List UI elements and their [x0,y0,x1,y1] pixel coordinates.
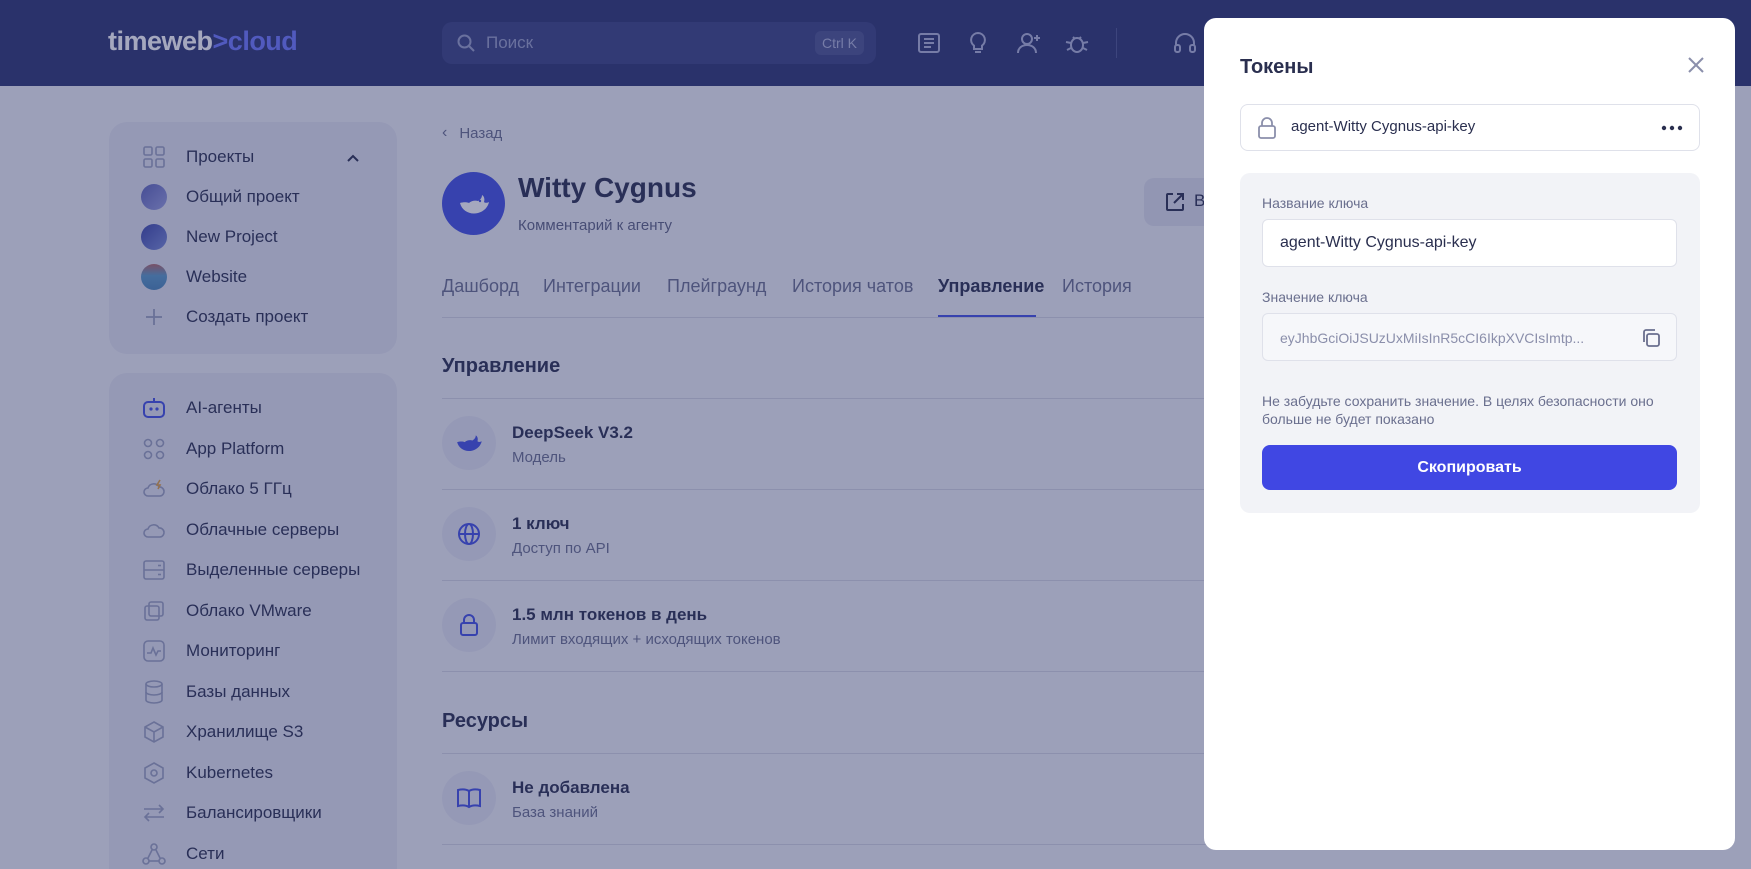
key-value-field[interactable]: eyJhbGciOiJSUzUxMiIsInR5cCI6IkpXVCIsImtp… [1262,313,1677,361]
token-details-panel: Название ключа agent-Witty Cygnus-api-ke… [1240,173,1700,513]
more-options-icon[interactable] [1659,116,1685,140]
tokens-modal: Токены agent-Witty Cygnus-api-key Назван… [1204,18,1735,850]
key-name-label: Название ключа [1262,195,1369,211]
security-note: Не забудьте сохранить значение. В целях … [1262,393,1654,427]
token-item[interactable]: agent-Witty Cygnus-api-key [1240,104,1700,151]
key-value: eyJhbGciOiJSUzUxMiIsInR5cCI6IkpXVCIsImtp… [1280,330,1585,346]
key-value-label: Значение ключа [1262,289,1368,305]
token-name: agent-Witty Cygnus-api-key [1291,118,1476,135]
lock-icon [1258,117,1276,139]
copy-button[interactable]: Скопировать [1262,445,1677,490]
modal-title: Токены [1240,56,1314,78]
key-name-field[interactable]: agent-Witty Cygnus-api-key [1262,219,1677,267]
copy-icon[interactable] [1640,327,1662,349]
key-name-value: agent-Witty Cygnus-api-key [1280,234,1477,251]
close-icon[interactable] [1685,54,1707,76]
